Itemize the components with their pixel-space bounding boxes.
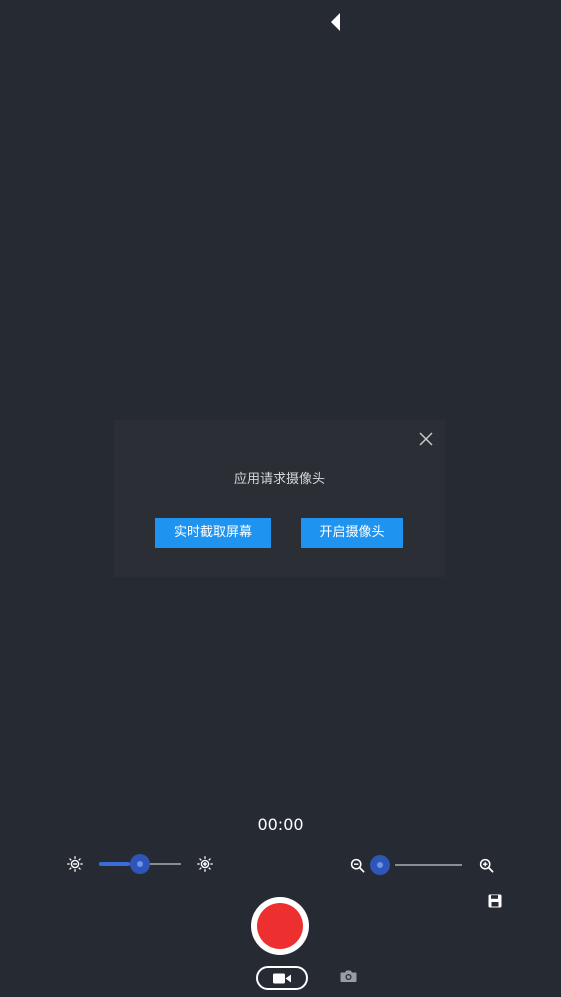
video-camera-icon xyxy=(273,973,291,983)
photo-camera-icon xyxy=(340,970,356,982)
record-button[interactable] xyxy=(251,897,309,955)
camera-screen: 应用请求摄像头 实时截取屏幕 开启摄像头 00:00 xyxy=(0,0,561,997)
capture-screen-button[interactable]: 实时截取屏幕 xyxy=(155,518,271,548)
camera-request-dialog: 应用请求摄像头 实时截取屏幕 开启摄像头 xyxy=(114,420,445,577)
triangle-left-icon xyxy=(331,13,340,31)
zoom-slider-thumb[interactable] xyxy=(370,855,390,875)
video-mode-button[interactable] xyxy=(256,966,308,990)
record-button-icon xyxy=(257,903,303,949)
open-camera-button[interactable]: 开启摄像头 xyxy=(301,518,403,548)
zoom-out-button[interactable] xyxy=(349,857,365,873)
thumb-dot xyxy=(377,862,383,868)
zoom-in-icon xyxy=(479,858,493,872)
zoom-out-icon xyxy=(350,858,364,872)
save-button[interactable] xyxy=(488,893,502,908)
zoom-in-button[interactable] xyxy=(478,857,494,873)
dialog-message: 应用请求摄像头 xyxy=(233,472,325,487)
brightness-low-icon xyxy=(67,856,83,872)
brightness-slider-fill xyxy=(99,862,130,866)
zoom-slider-track[interactable] xyxy=(395,864,462,866)
thumb-dot xyxy=(137,861,143,867)
close-icon xyxy=(419,432,433,446)
back-button[interactable] xyxy=(326,11,346,33)
brightness-slider-thumb[interactable] xyxy=(130,854,150,874)
brightness-decrease-button[interactable] xyxy=(67,856,83,872)
brightness-increase-button[interactable] xyxy=(197,856,213,872)
photo-mode-button[interactable] xyxy=(339,967,357,985)
recording-timer: 00:00 xyxy=(257,815,304,834)
dialog-close-button[interactable] xyxy=(418,431,434,447)
brightness-high-icon xyxy=(197,856,213,872)
save-icon xyxy=(488,894,502,908)
